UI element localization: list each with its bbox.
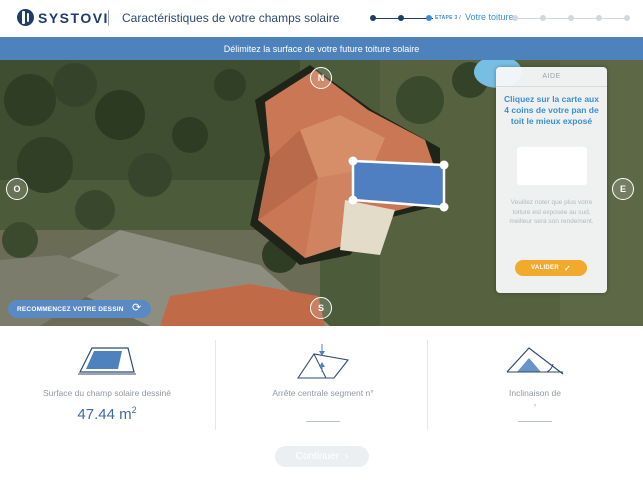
vertex-handle[interactable]: [348, 195, 358, 205]
help-title: AIDE: [542, 73, 561, 80]
help-panel: AIDE Cliquez sur la carte aux 4 coins de…: [496, 67, 607, 293]
compass-north-button[interactable]: N: [310, 67, 332, 89]
roof-stats: Surface du champ solaire dessiné 47.44 m…: [0, 326, 643, 438]
solar-panel-icon: [78, 347, 136, 375]
vertex-handle[interactable]: [439, 202, 449, 212]
instruction-banner: Délimitez la surface de votre future toi…: [0, 37, 643, 60]
validate-button[interactable]: VALIDER ✓: [515, 260, 587, 276]
logo-text: SYSTOVI: [38, 9, 109, 26]
systovi-logo: SYSTOVI: [17, 9, 109, 26]
header-divider: [108, 10, 109, 26]
step-dot-7[interactable]: [596, 15, 602, 21]
page: SYSTOVI Caractéristiques de votre champs…: [0, 0, 643, 482]
chevron-right-icon: ›: [345, 451, 349, 462]
inclination-degree: °: [533, 403, 537, 412]
step-dot-2[interactable]: [398, 15, 404, 21]
help-instruction: Cliquez sur la carte aux 4 coins de votr…: [504, 94, 599, 126]
stat-inclination: Inclinaison de °: [428, 326, 642, 438]
top-header: SYSTOVI Caractéristiques de votre champs…: [0, 0, 643, 37]
compass-west-button[interactable]: O: [6, 178, 28, 200]
stat-ridge: Arrête centrale segment n°: [216, 326, 430, 438]
drawn-roof-area[interactable]: [351, 159, 446, 209]
step-dot-3[interactable]: [426, 15, 432, 21]
help-divider: [496, 86, 607, 87]
compass-east-button[interactable]: E: [612, 178, 634, 200]
continue-label: Continuer: [295, 451, 339, 462]
ridge-label: Arrête centrale segment n°: [272, 388, 374, 398]
help-illustration: [517, 147, 587, 185]
step-current-label: Votre toiture: [465, 12, 514, 22]
restart-drawing-button[interactable]: RECOMMENCEZ VOTRE DESSIN ⟳: [8, 300, 151, 318]
roof-angle-icon: [506, 347, 564, 375]
satellite-map[interactable]: N S O E RECOMMENCEZ VOTRE DESSIN ⟳ AIDE …: [0, 60, 643, 326]
banner-text: Délimitez la surface de votre future toi…: [223, 43, 420, 54]
step-dot-8[interactable]: [624, 15, 630, 21]
ridge-value-placeholder: [306, 421, 340, 422]
help-note: Veuillez noter que plus votre toiture es…: [509, 199, 594, 225]
page-title: Caractéristiques de votre champs solaire: [122, 11, 340, 25]
logo-mark-icon: [17, 9, 34, 26]
inclination-value-placeholder: [518, 421, 552, 422]
restart-drawing-label: RECOMMENCEZ VOTRE DESSIN: [17, 305, 124, 313]
step-dot-6[interactable]: [568, 15, 574, 21]
step-dot-5[interactable]: [540, 15, 546, 21]
step-number-label: ETAPE 3 /: [435, 15, 461, 21]
roof-ridge-icon: [296, 344, 349, 379]
vertex-handle[interactable]: [348, 156, 358, 166]
check-icon: ✓: [563, 263, 571, 273]
step-dot-4[interactable]: [512, 15, 518, 21]
compass-south-button[interactable]: S: [310, 297, 332, 319]
continue-button[interactable]: Continuer ›: [275, 446, 369, 467]
surface-value: 47.44 m2: [77, 405, 137, 423]
step-progress: ETAPE 3 / Votre toiture: [370, 12, 632, 26]
stat-surface: Surface du champ solaire dessiné 47.44 m…: [0, 326, 214, 438]
refresh-icon: ⟳: [132, 302, 142, 314]
vertex-handle[interactable]: [439, 160, 449, 170]
validate-label: VALIDER: [530, 265, 559, 271]
surface-label: Surface du champ solaire dessiné: [42, 388, 172, 398]
step-dot-1[interactable]: [370, 15, 376, 21]
inclination-label: Inclinaison de: [509, 388, 561, 398]
